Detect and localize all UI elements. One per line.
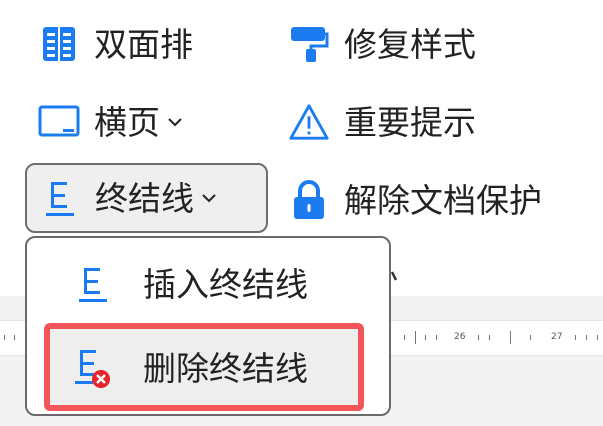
end-line-dropdown-menu: 插入终结线 删除终结线 (25, 236, 391, 416)
double-sided-button[interactable]: 双面排 (38, 16, 193, 72)
ruler-tick (575, 335, 576, 340)
ruler-tick (597, 335, 598, 340)
landscape-button[interactable]: 横页 (38, 94, 186, 150)
unprotect-document-label: 解除文档保护 (344, 180, 542, 220)
end-line-label: 终结线 (95, 178, 194, 218)
landscape-label: 横页 (94, 102, 160, 142)
monitor-icon (38, 101, 80, 143)
chevron-down-icon (202, 192, 220, 204)
ruler-tick (4, 335, 5, 340)
ruler-tick (404, 335, 405, 340)
warning-triangle-icon (288, 101, 330, 143)
ruler-tick (415, 331, 416, 344)
ruler-tick (530, 335, 531, 340)
ruler-tick (489, 335, 490, 340)
ruler-tick (14, 335, 15, 340)
insert-end-line-menu-item[interactable]: 插入终结线 (27, 246, 389, 322)
important-tip-button[interactable]: 重要提示 (288, 94, 476, 150)
ruler-tick (510, 331, 511, 344)
double-sided-label: 双面排 (94, 24, 193, 64)
ruler-tick (436, 335, 437, 340)
ruler-tick (425, 335, 426, 340)
end-line-icon (73, 262, 113, 306)
chevron-down-icon (168, 116, 186, 128)
unprotect-document-button[interactable]: 解除文档保护 (288, 172, 542, 228)
delete-end-line-label: 删除终结线 (143, 348, 308, 388)
ruler-tick (586, 335, 587, 340)
end-line-button[interactable]: 终结线 (25, 163, 268, 233)
ruler-number: 26 (454, 332, 466, 342)
book-pages-icon (38, 23, 80, 65)
end-line-button-content: 终结线 (39, 170, 220, 226)
ruler-tick (478, 335, 479, 340)
insert-end-line-label: 插入终结线 (143, 264, 308, 304)
paint-roller-icon (288, 23, 330, 65)
end-line-icon (39, 177, 81, 219)
ruler-number: 27 (551, 332, 563, 342)
important-tip-label: 重要提示 (344, 102, 476, 142)
delete-end-line-menu-item[interactable]: 删除终结线 (27, 330, 389, 406)
end-line-delete-icon (73, 346, 113, 390)
lock-icon (288, 179, 330, 221)
fix-style-button[interactable]: 修复样式 (288, 16, 476, 72)
fix-style-label: 修复样式 (344, 24, 476, 64)
